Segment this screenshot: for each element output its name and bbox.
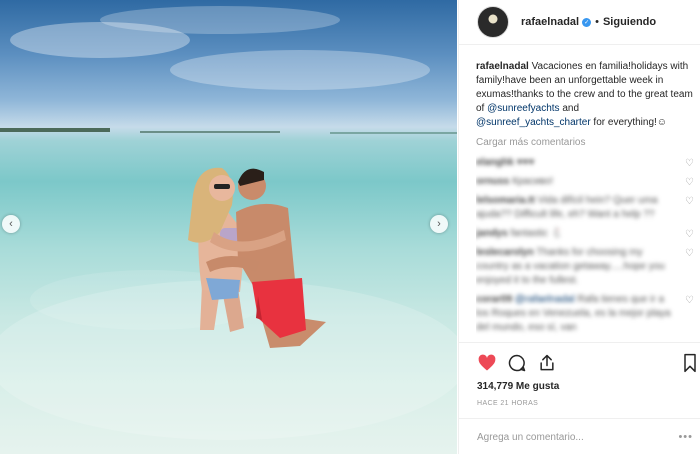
bookmark-icon[interactable] — [681, 353, 700, 375]
verified-badge-icon: ✓ — [582, 17, 592, 27]
post-timestamp[interactable]: HACE 21 HORAS — [477, 400, 538, 407]
instagram-post: ‹ › rafaelnadal ✓ • Siguiendo rafaelnada… — [0, 0, 700, 454]
previous-arrow-icon[interactable]: ‹ — [2, 215, 20, 233]
comment-divider — [459, 418, 700, 419]
likes-count[interactable]: 314,779 Me gusta — [477, 381, 559, 392]
comment-item: corar09 @rafaelnadal Rafa tienes que ir … — [476, 293, 694, 335]
comment-item: lelsomaria.tt Vida difícil hein? Quer um… — [476, 194, 694, 222]
comment-username[interactable]: elanghk — [476, 157, 514, 168]
comment-bubble-icon[interactable] — [507, 353, 529, 375]
comment-username[interactable]: jandys — [476, 228, 508, 239]
post-actions — [477, 353, 700, 375]
mention-sunreefyachts[interactable]: @sunreefyachts — [487, 103, 559, 114]
comment-item: jandys fantastic 🐇 ♡ — [476, 227, 694, 241]
comment-like-icon[interactable]: ♡ — [685, 247, 694, 261]
comment-mention[interactable]: @rafaelnadal — [515, 294, 575, 305]
caption-username[interactable]: rafaelnadal — [476, 61, 529, 72]
mention-sunreef-yachts-charter[interactable]: @sunreef_yachts_charter — [476, 117, 591, 128]
comment-username[interactable]: ornuss — [476, 176, 509, 187]
comment-item: leslecarolyn Thanks for choosing my coun… — [476, 246, 694, 288]
comment-username[interactable]: lelsomaria.tt — [476, 195, 535, 206]
comment-item: ornuss Крaсиво! ♡ — [476, 175, 694, 189]
comment-username[interactable]: corar09 — [476, 294, 512, 305]
comment-like-icon[interactable]: ♡ — [685, 228, 694, 242]
load-more-comments-button[interactable]: Cargar más comentarios — [476, 136, 694, 150]
post-caption: rafaelnadal Vacaciones en familia!holida… — [476, 60, 694, 130]
comment-like-icon[interactable]: ♡ — [685, 176, 694, 190]
actions-divider — [459, 342, 700, 343]
comment-username[interactable]: leslecarolyn — [476, 247, 534, 258]
avatar[interactable] — [477, 6, 509, 38]
comment-like-icon[interactable]: ♡ — [685, 157, 694, 171]
beach-scene — [0, 6, 457, 440]
post-photo[interactable]: ‹ › — [0, 0, 457, 454]
separator-dot: • — [595, 16, 599, 28]
next-arrow-icon[interactable]: › — [430, 215, 448, 233]
caption-text-2: and — [559, 103, 580, 114]
heart-filled-icon[interactable] — [477, 353, 499, 375]
comment-text: fantastic 🐇 — [510, 228, 563, 239]
post-header: rafaelnadal ✓ • Siguiendo — [459, 0, 700, 45]
comment-item: elanghk ♥♥♥ ♡ — [476, 156, 694, 170]
following-button[interactable]: Siguiendo — [603, 16, 656, 28]
add-comment-input[interactable] — [477, 428, 677, 446]
share-icon[interactable] — [537, 353, 559, 375]
comment-like-icon[interactable]: ♡ — [685, 195, 694, 209]
comment-like-icon[interactable]: ♡ — [685, 294, 694, 308]
comment-text: ♥♥♥ — [516, 157, 535, 168]
more-options-icon[interactable]: ••• — [678, 431, 693, 443]
caption-text-3: for everything!☺ — [590, 117, 668, 128]
comment-text: Крaсиво! — [512, 176, 554, 187]
post-side-panel: rafaelnadal ✓ • Siguiendo rafaelnadal Va… — [458, 0, 700, 454]
header-username[interactable]: rafaelnadal — [521, 16, 579, 28]
comments-list[interactable]: rafaelnadal Vacaciones en familia!holida… — [476, 60, 694, 348]
